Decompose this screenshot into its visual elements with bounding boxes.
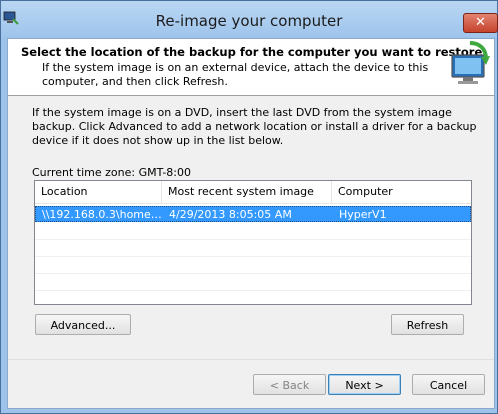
back-button[interactable]: < Back xyxy=(253,374,326,395)
cancel-button[interactable]: Cancel xyxy=(412,374,485,395)
title-bar[interactable]: Re-image your computer ✕ xyxy=(1,1,498,37)
table-row[interactable]: \\192.168.0.3\home\t... 4/29/2013 8:05:0… xyxy=(35,206,471,222)
footer-divider xyxy=(8,359,494,360)
grid-line xyxy=(35,239,471,240)
timezone-label: Current time zone: GMT-8:00 xyxy=(32,166,192,179)
close-button[interactable]: ✕ xyxy=(463,13,498,33)
row-date: 4/29/2013 8:05:05 AM xyxy=(169,208,292,221)
window-title: Re-image your computer xyxy=(155,12,343,30)
column-header-location[interactable]: Location xyxy=(35,181,162,203)
header-band: Select the location of the backup for th… xyxy=(8,39,494,96)
header-subtitle: If the system image is on an external de… xyxy=(42,61,429,88)
column-header-computer[interactable]: Computer xyxy=(332,181,471,203)
computer-restore-icon xyxy=(451,41,490,84)
header-title: Select the location of the backup for th… xyxy=(21,45,483,59)
info-text: If the system image is on a DVD, insert … xyxy=(32,106,477,147)
refresh-button[interactable]: Refresh xyxy=(391,314,464,335)
backup-list[interactable]: Location Most recent system image Comput… xyxy=(34,180,472,305)
dialog-client-area: Select the location of the backup for th… xyxy=(7,38,495,409)
advanced-button[interactable]: Advanced... xyxy=(35,314,131,335)
grid-line xyxy=(35,273,471,274)
row-location: \\192.168.0.3\home\t... xyxy=(42,208,163,221)
column-header-date[interactable]: Most recent system image xyxy=(162,181,332,203)
dialog-window: Re-image your computer ✕ Select the loca… xyxy=(0,0,498,414)
row-computer: HyperV1 xyxy=(339,208,387,221)
list-header: Location Most recent system image Comput… xyxy=(35,181,471,204)
next-button[interactable]: Next > xyxy=(328,374,401,395)
grid-line xyxy=(35,290,471,291)
grid-line xyxy=(35,256,471,257)
